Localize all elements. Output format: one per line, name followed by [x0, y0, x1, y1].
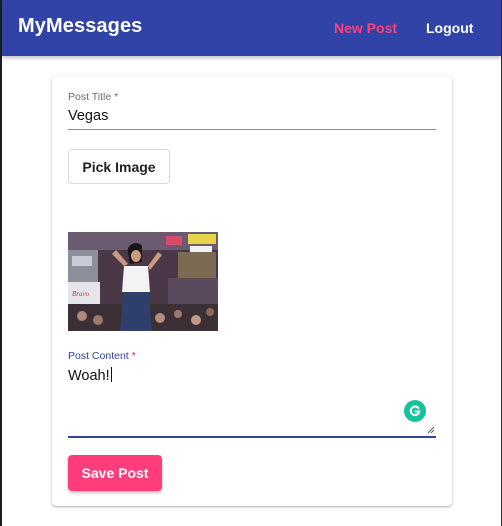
post-content-textarea[interactable]: Woah!	[68, 367, 112, 384]
required-asterisk: *	[131, 350, 136, 362]
image-preview: Bravo	[68, 232, 218, 331]
nav-logout-link[interactable]: Logout	[426, 20, 473, 36]
save-post-button[interactable]: Save Post	[68, 455, 162, 491]
post-content-label: Post Content *	[68, 350, 136, 362]
grammarly-icon[interactable]	[404, 400, 426, 422]
window-border-left	[0, 0, 2, 526]
app-toolbar: MyMessages New Post Logout	[2, 0, 501, 56]
pick-image-button[interactable]: Pick Image	[68, 149, 170, 184]
image-preview-photo: Bravo	[68, 232, 218, 331]
text-cursor	[110, 367, 112, 382]
post-content-underline	[68, 436, 436, 438]
post-title-input[interactable]: Vegas	[68, 108, 108, 124]
post-title-underline	[68, 129, 436, 130]
svg-text:Bravo: Bravo	[72, 290, 90, 298]
resize-handle-icon[interactable]	[427, 426, 435, 434]
post-form-card: Post Title * Vegas Pick Image Bravo Post…	[52, 76, 452, 506]
app-title[interactable]: MyMessages	[18, 15, 142, 38]
post-title-label: Post Title *	[68, 91, 119, 103]
nav-new-post-link[interactable]: New Post	[334, 20, 397, 36]
